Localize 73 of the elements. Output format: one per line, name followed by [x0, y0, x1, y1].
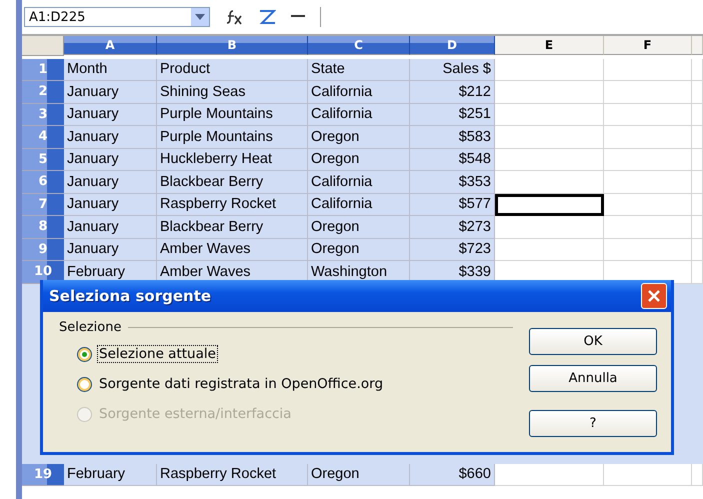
table-cell: Raspberry Rocket [157, 194, 308, 216]
close-icon [647, 289, 661, 303]
table-cell: $353 [410, 171, 495, 194]
table-cell: Huckleberry Heat [157, 148, 308, 171]
sum-icon[interactable] [258, 9, 276, 25]
name-box[interactable]: A1:D225 [24, 7, 210, 27]
table-cell [692, 464, 703, 486]
table-cell: January [64, 171, 157, 194]
radio-button[interactable] [77, 346, 92, 362]
table-cell: Sales $ [410, 58, 495, 81]
column-header[interactable]: E [495, 36, 604, 55]
column-header[interactable]: B [157, 36, 308, 55]
corner-cell[interactable] [22, 36, 64, 56]
table-cell: California [308, 81, 410, 104]
table-cell: Amber Waves [157, 238, 308, 261]
table-cell: California [308, 194, 410, 216]
option-label[interactable]: Sorgente dati registrata in OpenOffice.org [97, 375, 386, 393]
table-cell: Oregon [308, 148, 410, 171]
table-cell: $583 [410, 126, 495, 148]
ok-button[interactable]: OK [529, 328, 657, 355]
table-cell [692, 104, 703, 126]
table-cell: Oregon [308, 126, 410, 148]
table-cell: Purple Mountains [157, 104, 308, 126]
table-cell: Blackbear Berry [157, 216, 308, 238]
column-header[interactable]: D [410, 36, 495, 55]
table-cell: $212 [410, 81, 495, 104]
table-cell: January [64, 81, 157, 104]
table-cell: State [308, 58, 410, 81]
table-cell: $273 [410, 216, 495, 238]
table-cell: Month [64, 58, 157, 81]
table-cell: $660 [410, 464, 495, 486]
table-cell: January [64, 104, 157, 126]
dialog-title: Seleziona sorgente [49, 287, 212, 305]
radio-button[interactable] [77, 376, 92, 392]
table-cell: Oregon [308, 238, 410, 261]
group-label: Selezione [59, 320, 122, 335]
table-cell [692, 126, 703, 148]
table-cell [692, 194, 703, 216]
table-cell: January [64, 148, 157, 171]
table-cell: Oregon [308, 464, 410, 486]
column-header[interactable]: F [604, 36, 692, 55]
table-cell: Purple Mountains [157, 126, 308, 148]
table-cell: Raspberry Rocket [157, 464, 308, 486]
function-icon[interactable] [224, 9, 244, 25]
table-cell: February [64, 464, 157, 486]
table-cell [692, 238, 703, 261]
table-cell: Blackbear Berry [157, 171, 308, 194]
table-cell: California [308, 171, 410, 194]
table-cell [692, 171, 703, 194]
table-cell: $548 [410, 148, 495, 171]
table-cell [692, 58, 703, 81]
table-cell: January [64, 126, 157, 148]
table-cell: Shining Seas [157, 81, 308, 104]
help-button[interactable]: ? [529, 410, 657, 437]
table-cell [692, 81, 703, 104]
column-header[interactable]: C [308, 36, 410, 55]
table-cell: January [64, 238, 157, 261]
dropdown-caret-icon[interactable] [191, 8, 209, 26]
table-cell [692, 148, 703, 171]
column-header [692, 36, 703, 55]
close-button[interactable] [641, 283, 667, 309]
cancel-button[interactable]: Annulla [529, 365, 657, 392]
option-label[interactable]: Selezione attuale [97, 345, 218, 363]
table-cell: $577 [410, 194, 495, 216]
table-cell: January [64, 194, 157, 216]
table-cell: Product [157, 58, 308, 81]
table-cell: $251 [410, 104, 495, 126]
table-cell: $723 [410, 238, 495, 261]
table-cell: January [64, 216, 157, 238]
column-header[interactable]: A [64, 36, 157, 55]
table-cell: California [308, 104, 410, 126]
table-cell: Oregon [308, 216, 410, 238]
table-cell [692, 216, 703, 238]
